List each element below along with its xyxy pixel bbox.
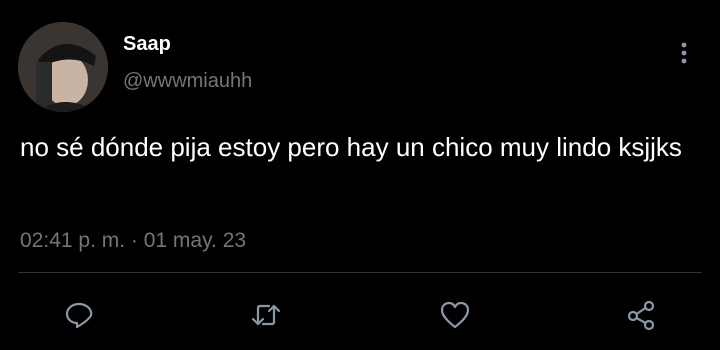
share-button[interactable] [623,297,659,333]
reply-button[interactable] [61,297,97,333]
retweet-button[interactable] [248,297,284,333]
divider [18,272,702,273]
avatar-image [18,22,108,112]
display-name[interactable]: Saap [123,33,171,56]
share-icon [627,300,655,331]
user-handle[interactable]: @wwwmiauhh [123,70,252,93]
tweet-text: no sé dónde pija estoy pero hay un chico… [20,132,682,162]
more-vertical-icon [681,42,687,64]
like-button[interactable] [437,297,473,333]
avatar[interactable] [18,22,108,112]
retweet-icon [251,304,281,326]
tweet-timestamp[interactable]: 02:41 p. m. · 01 may. 23 [20,229,246,253]
heart-icon [440,301,470,329]
more-options-button[interactable] [670,38,698,68]
reply-icon [65,302,93,329]
